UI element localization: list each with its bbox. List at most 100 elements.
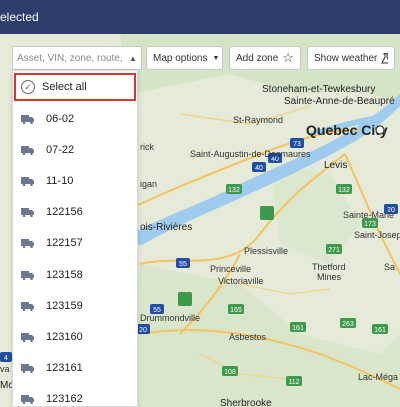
vehicle-label: 123158 <box>46 268 83 281</box>
asset-dropdown: ✓ Select all 06-02 07-22 11-10 122156 12… <box>12 70 138 407</box>
park-marker[interactable] <box>178 292 192 306</box>
map-label: Plessisville <box>244 246 288 256</box>
route-shield: 161 <box>290 322 306 332</box>
map-label: Princeville <box>210 264 251 274</box>
list-item[interactable]: 06-02 <box>13 103 137 134</box>
map-label: Lac-Méga <box>358 372 398 382</box>
route-shield: 20 <box>136 324 150 334</box>
vehicle-label: 06-02 <box>46 112 75 125</box>
route-shield: 55 <box>176 258 190 268</box>
truck-icon <box>21 332 34 342</box>
svg-text:40: 40 <box>255 165 263 172</box>
route-shield: 263 <box>340 318 356 328</box>
top-bar: elected <box>0 0 400 34</box>
list-item[interactable]: 123158 <box>13 259 137 290</box>
map-options-label: Map options <box>153 52 208 64</box>
map-label: Levis <box>324 160 347 171</box>
map-label: Sainte-Marie <box>343 210 394 220</box>
map-label: Saint-Joseph-c <box>354 230 400 240</box>
list-item[interactable]: 07-22 <box>13 134 137 165</box>
svg-text:161: 161 <box>292 325 304 332</box>
vehicle-label: 123160 <box>46 330 83 343</box>
map-label: St-Raymond <box>233 115 283 125</box>
map-label: Sherbrooke <box>220 398 272 407</box>
truck-icon <box>21 395 34 405</box>
truck-icon <box>21 301 34 311</box>
show-weather-button[interactable]: Show weather <box>307 46 395 70</box>
map-label: Mines <box>317 272 342 282</box>
truck-icon <box>21 145 34 155</box>
route-shield: 40 <box>252 162 266 172</box>
svg-text:173: 173 <box>364 221 376 228</box>
svg-text:271: 271 <box>328 247 340 254</box>
select-all-option[interactable]: ✓ Select all <box>14 73 136 101</box>
truck-icon <box>21 114 34 124</box>
asset-search-input[interactable]: ▲ <box>12 46 142 70</box>
park-marker[interactable] <box>260 206 274 220</box>
truck-icon <box>21 176 34 186</box>
svg-text:165: 165 <box>230 307 242 314</box>
vehicle-label: 123162 <box>46 393 83 406</box>
map-options-button[interactable]: Map options ▼ <box>146 46 223 70</box>
svg-text:20: 20 <box>139 327 147 334</box>
list-item[interactable]: 123160 <box>13 321 137 352</box>
svg-text:55: 55 <box>179 261 187 268</box>
map-label: Saint-Augustin-de-Desmaures <box>190 149 311 159</box>
flask-icon <box>381 52 388 63</box>
vehicle-label: 123161 <box>46 362 83 375</box>
list-item[interactable]: 122157 <box>13 228 137 259</box>
map-label: Asbestos <box>229 332 267 342</box>
route-shield: 132 <box>226 184 242 194</box>
map-label: rick <box>140 142 154 152</box>
map-label: igan <box>140 179 157 189</box>
vehicle-label: 123159 <box>46 299 83 312</box>
vehicle-label: 07-22 <box>46 143 75 156</box>
route-shield: 271 <box>326 244 342 254</box>
select-all-label: Select all <box>42 81 87 93</box>
truck-icon <box>21 208 34 218</box>
svg-text:73: 73 <box>293 141 301 148</box>
map-label: Victoriaville <box>218 276 263 286</box>
vehicle-label: 122157 <box>46 237 83 250</box>
route-shield: 4 <box>0 352 12 362</box>
map-label: Sa <box>384 262 395 272</box>
truck-icon <box>21 364 34 374</box>
add-zone-button[interactable]: Add zone ☆ <box>229 46 301 70</box>
vehicle-label: 11-10 <box>46 174 74 187</box>
map-label: va <box>0 364 10 374</box>
list-item[interactable]: 11-10 <box>13 165 137 196</box>
route-shield: 165 <box>228 304 244 314</box>
truck-icon <box>21 239 34 249</box>
show-weather-label: Show weather <box>314 52 378 64</box>
map-label: Stoneham-et-Tewkesbury <box>262 84 375 95</box>
list-item[interactable]: 123159 <box>13 290 137 321</box>
map-label: Thetford <box>312 262 346 272</box>
list-item[interactable]: 123162 <box>13 384 137 406</box>
route-shield: 132 <box>336 184 352 194</box>
check-circle-icon: ✓ <box>21 80 35 94</box>
truck-icon <box>21 270 34 280</box>
svg-text:112: 112 <box>288 379 299 386</box>
svg-text:132: 132 <box>338 187 350 194</box>
caret-up-icon[interactable]: ▲ <box>129 54 137 63</box>
route-shield: 108 <box>222 366 238 376</box>
svg-text:161: 161 <box>374 327 386 334</box>
map-label: ois-Rivières <box>140 222 192 233</box>
map-label: Drummondville <box>140 313 200 323</box>
star-icon: ☆ <box>282 50 294 65</box>
route-shield: 161 <box>372 324 388 334</box>
svg-text:132: 132 <box>228 187 240 194</box>
list-item[interactable]: 123161 <box>13 353 137 384</box>
vehicle-list: 06-02 07-22 11-10 122156 122157 123158 1… <box>13 103 137 406</box>
add-zone-label: Add zone <box>236 52 279 64</box>
vehicle-label: 122156 <box>46 206 83 219</box>
map-label: Sainte-Anne-de-Beaupré <box>284 96 395 107</box>
svg-text:263: 263 <box>342 321 354 328</box>
list-item[interactable]: 122156 <box>13 197 137 228</box>
route-shield: 112 <box>286 376 302 386</box>
chevron-down-icon: ▼ <box>212 54 220 62</box>
svg-text:4: 4 <box>4 355 8 362</box>
route-shield: 73 <box>290 138 304 148</box>
search-input[interactable] <box>13 52 129 64</box>
svg-text:108: 108 <box>224 369 236 376</box>
